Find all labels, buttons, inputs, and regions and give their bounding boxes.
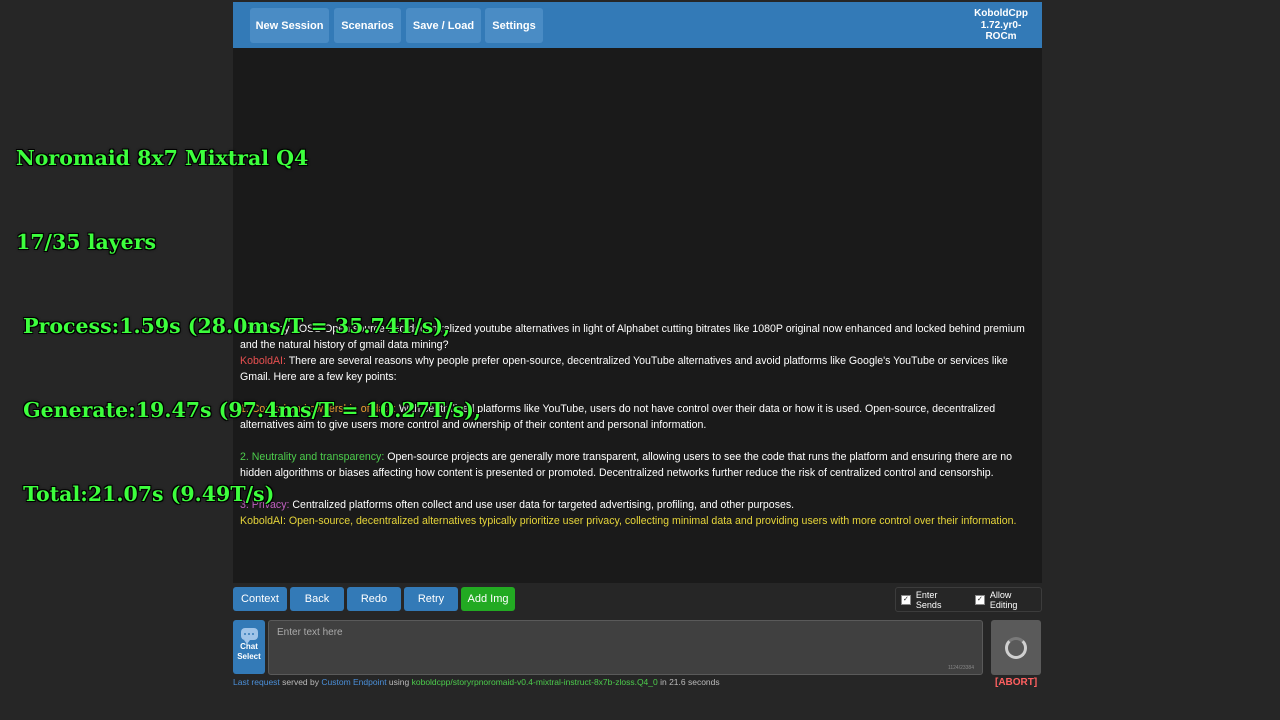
enter-sends-checkbox[interactable]: ✓ — [901, 594, 911, 605]
overlay-line: Noromaid 8x7 Mixtral Q4 — [16, 146, 309, 170]
status-line: Last request served by Custom Endpoint u… — [233, 677, 720, 687]
allow-editing-label: Allow Editing — [989, 589, 1018, 610]
chat-select-button[interactable]: Chat Select — [233, 620, 265, 674]
new-session-button[interactable]: New Session — [250, 8, 329, 43]
status-using: using — [386, 677, 412, 687]
status-served-by: served by — [279, 677, 322, 687]
top-nav-bar: New Session Scenarios Save / Load Settin… — [233, 2, 1042, 48]
chat-bubble-icon — [240, 628, 258, 644]
status-duration: in 21.6 seconds — [657, 677, 720, 687]
back-button[interactable]: Back — [290, 587, 344, 611]
allow-editing-checkbox[interactable]: ✓ — [975, 594, 985, 605]
brand-line: 1.72.yr0- — [980, 19, 1022, 31]
brand-line: KoboldCpp — [974, 8, 1028, 19]
overlay-line: Process:1.59s (28.0ms/T = 35.74T/s), — [16, 314, 451, 338]
brand-line: ROCm — [985, 31, 1017, 42]
input-placeholder: Enter text here — [277, 627, 343, 638]
benchmark-overlay: Noromaid 8x7 Mixtral Q4 17/35 layers Pro… — [16, 88, 481, 536]
app-version-label: KoboldCpp 1.72.yr0- ROCm — [971, 8, 1031, 43]
chat-select-line2: Select — [237, 652, 261, 661]
overlay-line: Generate:19.47s (97.4ms/T = 10.27T/s), — [16, 398, 482, 422]
toggle-group: ✓ Enter Sends ✓ Allow Editing — [895, 587, 1042, 612]
overlay-line: 17/35 layers — [16, 230, 157, 254]
overlay-line: Total:21.07s (9.49T/s) — [16, 482, 275, 506]
add-img-button[interactable]: Add Img — [461, 587, 515, 611]
save-load-button[interactable]: Save / Load — [406, 8, 481, 43]
redo-button[interactable]: Redo — [347, 587, 401, 611]
endpoint-link[interactable]: Custom Endpoint — [321, 677, 386, 687]
retry-button[interactable]: Retry — [404, 587, 458, 611]
loading-spinner-icon — [1005, 636, 1027, 659]
context-button[interactable]: Context — [233, 587, 287, 611]
enter-sends-label: Enter Sends — [915, 589, 942, 610]
scenarios-button[interactable]: Scenarios — [334, 8, 401, 43]
model-name: koboldcpp/storyrpnoromaid-v0.4-mixtral-i… — [411, 677, 658, 687]
settings-button[interactable]: Settings — [485, 8, 543, 43]
last-request-link[interactable]: Last request — [233, 677, 280, 687]
send-button[interactable] — [991, 620, 1041, 675]
abort-link[interactable]: [ABORT] — [995, 677, 1037, 688]
message-input[interactable]: Enter text here 1124/23384 — [268, 620, 983, 675]
token-counter: 1124/23384 — [947, 665, 974, 671]
